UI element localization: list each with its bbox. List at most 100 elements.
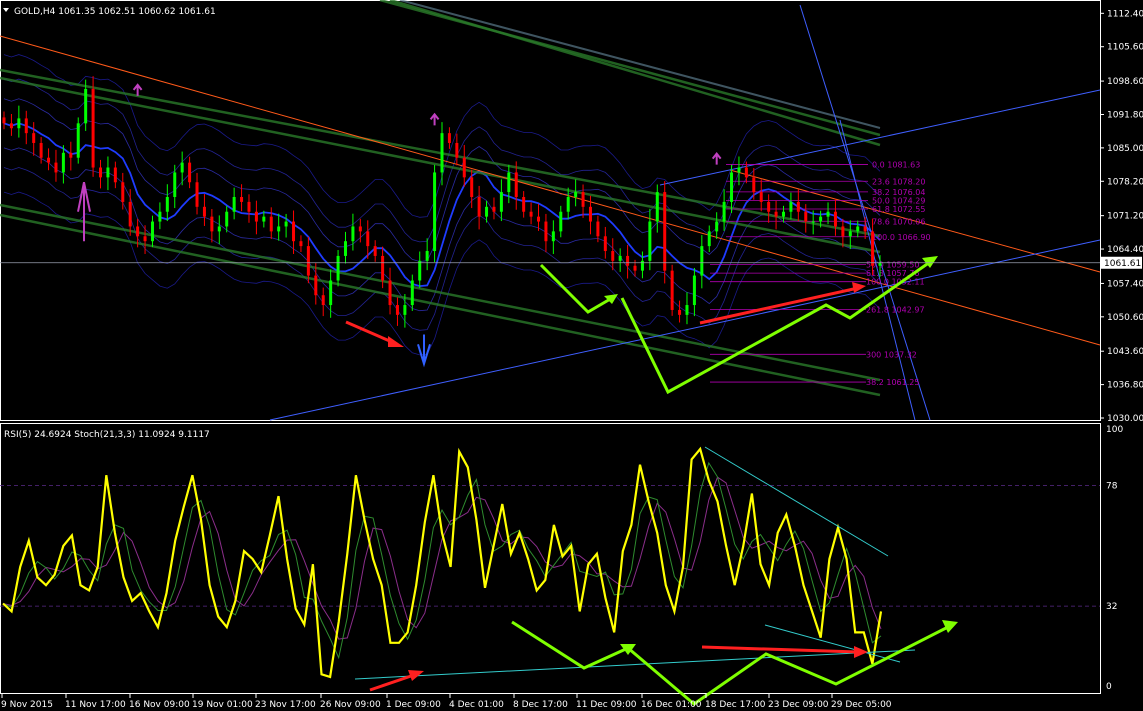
arrow-head xyxy=(388,336,404,347)
price-tick-label: 1091.80 xyxy=(1107,110,1143,120)
candle-body xyxy=(180,162,184,173)
candle-body xyxy=(640,260,644,271)
candle-body xyxy=(492,206,496,212)
candle-body xyxy=(225,211,229,227)
candle-body xyxy=(603,236,607,252)
candle-body xyxy=(737,167,741,173)
envelope-bands xyxy=(0,0,881,397)
candle-body xyxy=(17,118,21,129)
candle-body xyxy=(195,182,199,207)
chart-canvas: 0.0 1081.6323.6 1078.2038.2 1076.0450.0 … xyxy=(0,0,1143,710)
sub-header: RSI(5) 24.6924 Stoch(21,3,3) 11.0924 9.1… xyxy=(4,430,210,440)
candle-body xyxy=(514,172,518,197)
candle-body xyxy=(240,196,244,202)
candle-body xyxy=(262,216,266,222)
candle-body xyxy=(150,221,154,242)
fibo-label: 300 1037.32 xyxy=(866,350,917,359)
candle-body xyxy=(99,167,103,178)
time-tick-label: 19 Nov 01:00 xyxy=(192,700,253,710)
candle-body xyxy=(343,241,347,256)
candle-body xyxy=(366,231,370,247)
candle-body xyxy=(618,255,622,261)
candle-body xyxy=(678,309,682,315)
price-tick-label: 1071.20 xyxy=(1107,212,1143,222)
arrow-red xyxy=(699,286,859,325)
candle-body xyxy=(284,221,288,227)
oscillator-series xyxy=(0,446,1100,706)
candle-body xyxy=(143,236,147,242)
candle-body xyxy=(781,211,785,217)
candle-body xyxy=(336,255,340,281)
candle-body xyxy=(551,231,555,242)
main-header-triangle-icon[interactable] xyxy=(3,8,9,12)
candle-body xyxy=(789,201,793,212)
time-tick-label: 26 Nov 09:00 xyxy=(320,700,381,710)
price-tick-label: 1105.60 xyxy=(1107,43,1143,53)
candle-body xyxy=(440,133,444,173)
candle-body xyxy=(329,280,333,306)
fibo-label: 38.2 1061.25 xyxy=(866,378,919,387)
wave-path-lime xyxy=(539,263,613,314)
fractal-marker xyxy=(711,152,722,165)
time-tick-label: 8 Dec 17:00 xyxy=(513,700,568,710)
candle-body xyxy=(217,226,221,232)
candle-body xyxy=(54,162,58,173)
candle-body xyxy=(173,172,177,197)
candle-body xyxy=(121,182,125,202)
candle-body xyxy=(559,211,563,232)
candle-body xyxy=(626,255,630,266)
candle-body xyxy=(574,192,578,197)
candle-body xyxy=(581,192,585,207)
price-tick-label: 1036.80 xyxy=(1107,381,1143,391)
candle-body xyxy=(470,177,474,197)
candle-body xyxy=(388,280,392,306)
candle-body xyxy=(106,167,110,178)
candle-body xyxy=(730,172,734,202)
oscillator-axis-label: 32 xyxy=(1106,602,1117,612)
candle-body xyxy=(767,201,771,212)
candle-body xyxy=(826,211,830,217)
candle-body xyxy=(752,177,756,193)
candle-body xyxy=(277,226,281,232)
time-tick-label: 16 Dec 01:00 xyxy=(641,700,702,710)
arrow-head xyxy=(942,620,958,633)
candle-body xyxy=(136,226,140,237)
candle-body xyxy=(210,216,214,232)
candle-body xyxy=(774,211,778,217)
candle-body xyxy=(69,152,73,158)
candle-body xyxy=(811,221,815,223)
time-tick-label: 23 Nov 17:00 xyxy=(255,700,316,710)
candle-body xyxy=(722,201,726,222)
fibo-label: 78.6 1070.06 xyxy=(872,217,925,226)
candle-body xyxy=(39,142,43,158)
time-tick-label: 29 Dec 05:00 xyxy=(831,700,892,710)
candle-body xyxy=(84,88,88,124)
price-tick-label: 1064.40 xyxy=(1107,245,1143,255)
trend-line-orange xyxy=(0,35,1101,346)
candle-body xyxy=(663,192,667,271)
candle-body xyxy=(299,241,303,247)
candle-body xyxy=(856,226,860,232)
candle-body xyxy=(507,172,511,193)
candle-body xyxy=(537,216,541,222)
candle-body xyxy=(529,211,533,217)
candle-body xyxy=(796,201,800,212)
arrow-red xyxy=(701,645,859,654)
candle-body xyxy=(455,142,459,158)
candle-body xyxy=(759,192,763,202)
candle-body xyxy=(165,196,169,212)
candle-body xyxy=(113,167,117,183)
fibo-label: 100.0 1066.90 xyxy=(872,233,931,242)
candle-body xyxy=(633,265,637,271)
candle-body xyxy=(395,305,399,315)
fractal-marker xyxy=(417,334,431,368)
candle-body xyxy=(202,206,206,217)
candle-body xyxy=(700,246,704,276)
candle-body xyxy=(9,123,13,129)
candle-body xyxy=(692,275,696,306)
candle-body xyxy=(462,157,466,178)
candle-body xyxy=(425,251,429,261)
regression-channel-line xyxy=(389,0,881,147)
candle-body xyxy=(878,262,882,266)
candle-body xyxy=(447,133,451,143)
